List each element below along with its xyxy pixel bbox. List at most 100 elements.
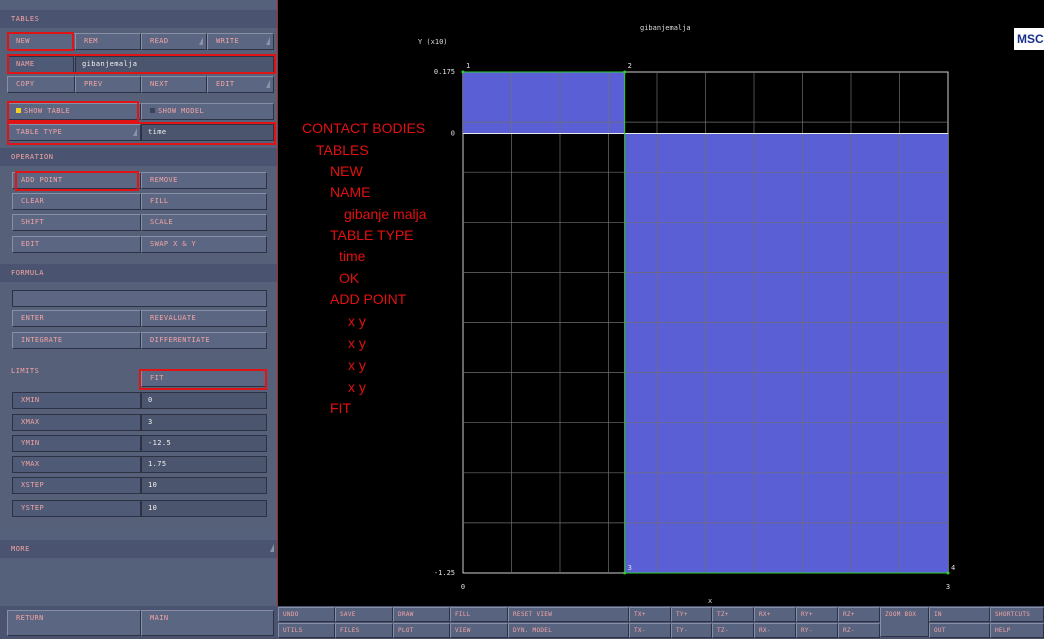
- formula-header: FORMULA: [0, 264, 278, 282]
- toolbar-typlus-button[interactable]: TY+: [671, 607, 712, 622]
- toolbar-fill-button[interactable]: FILL: [450, 607, 508, 622]
- annotation-line: ADD POINT: [330, 291, 407, 307]
- scale-button[interactable]: SCALE: [141, 214, 267, 231]
- point-label: 1: [466, 62, 470, 70]
- integrate-button[interactable]: INTEGRATE: [12, 332, 141, 349]
- tables-header: TABLES: [0, 10, 278, 28]
- toolbar-in-button[interactable]: IN: [929, 607, 990, 622]
- name-field[interactable]: gibanjemalja: [75, 56, 274, 73]
- toolbar-save-button[interactable]: SAVE: [335, 607, 393, 622]
- toolbar-rx-button[interactable]: RX-: [754, 623, 796, 638]
- shift-button[interactable]: SHIFT: [12, 214, 141, 231]
- limit-label-xstep: XSTEP: [12, 477, 141, 494]
- x-axis-label: x: [708, 597, 713, 605]
- rem-button[interactable]: REM: [75, 33, 141, 50]
- toolbar-draw-button[interactable]: DRAW: [393, 607, 450, 622]
- toolbar-dyn-model-button[interactable]: DYN. MODEL: [508, 623, 629, 638]
- next-button[interactable]: NEXT: [141, 76, 207, 93]
- point-label: 3: [628, 564, 632, 572]
- read-label: READ: [150, 37, 169, 45]
- read-button[interactable]: READ: [141, 33, 207, 50]
- limit-label-xmin: XMIN: [12, 392, 141, 409]
- show-model-label: SHOW MODEL: [158, 107, 205, 115]
- annotation-line: time: [339, 248, 366, 264]
- remove-button[interactable]: REMOVE: [141, 172, 267, 189]
- limit-field-xmax[interactable]: 3: [141, 414, 267, 431]
- annotation-line: OK: [339, 270, 360, 286]
- edit-point-button[interactable]: EDIT: [12, 236, 141, 253]
- show-table-checkbox-icon: [16, 108, 21, 113]
- edit-arrow-icon: [266, 80, 270, 88]
- toolbar-rz-button[interactable]: RZ-: [838, 623, 880, 638]
- toolbar-view-button[interactable]: VIEW: [450, 623, 508, 638]
- toolbar-reset-view-button[interactable]: RESET VIEW: [508, 607, 629, 622]
- show-table-toggle[interactable]: SHOW TABLE: [7, 103, 141, 120]
- toolbar-tz-button[interactable]: TZ-: [712, 623, 754, 638]
- fit-button[interactable]: FIT: [141, 370, 267, 387]
- toolbar-ry-button[interactable]: RY-: [796, 623, 838, 638]
- operation-header: OPERATION: [0, 148, 278, 166]
- toolbar-utils-button[interactable]: UTILS: [278, 623, 335, 638]
- annotation-line: x y: [348, 335, 366, 351]
- limit-field-xstep[interactable]: 10: [141, 477, 267, 494]
- swap-xy-button[interactable]: SWAP X & Y: [141, 236, 267, 253]
- limit-field-ymax[interactable]: 1.75: [141, 456, 267, 473]
- table-type-button[interactable]: TABLE TYPE: [7, 124, 141, 141]
- limit-field-ystep[interactable]: 10: [141, 500, 267, 517]
- data-point: [946, 571, 950, 575]
- toolbar-tzplus-button[interactable]: TZ+: [712, 607, 754, 622]
- clear-button[interactable]: CLEAR: [12, 193, 141, 210]
- y-tick-label: 0: [451, 130, 455, 138]
- table-type-label: TABLE TYPE: [16, 128, 63, 136]
- toolbar-help-button[interactable]: HELP: [990, 623, 1044, 638]
- more-button[interactable]: [0, 540, 278, 564]
- limit-field-ymin[interactable]: -12.5: [141, 435, 267, 452]
- chart-title: gibanjemalja: [640, 24, 691, 32]
- toolbar-plot-button[interactable]: PLOT: [393, 623, 450, 638]
- left-panel: TABLES NEW REM READ WRITE NAME gibanjema…: [0, 0, 278, 639]
- x-tick-label: 0: [461, 583, 465, 591]
- limit-field-xmin[interactable]: 0: [141, 392, 267, 409]
- annotation-line: x y: [348, 313, 366, 329]
- return-button[interactable]: RETURN: [7, 610, 141, 636]
- annotation-line: TABLES: [316, 142, 369, 158]
- main-button[interactable]: MAIN: [141, 610, 274, 636]
- show-model-toggle[interactable]: SHOW MODEL: [141, 103, 274, 120]
- toolbar-rzplus-button[interactable]: RZ+: [838, 607, 880, 622]
- prev-button[interactable]: PREV: [75, 76, 141, 93]
- limit-label-ymax: YMAX: [12, 456, 141, 473]
- annotation-line: gibanje malja: [344, 206, 427, 222]
- table-type-field[interactable]: time: [141, 124, 274, 141]
- read-arrow-icon: [199, 37, 203, 45]
- copy-button[interactable]: COPY: [7, 76, 75, 93]
- edit-table-button[interactable]: EDIT: [207, 76, 274, 93]
- point-label: 4: [951, 564, 955, 572]
- toolbar-ty-button[interactable]: TY-: [671, 623, 712, 638]
- annotation-line: NEW: [330, 163, 363, 179]
- limit-label-ymin: YMIN: [12, 435, 141, 452]
- write-button[interactable]: WRITE: [207, 33, 274, 50]
- table-plot[interactable]: 1 2 3 4 0.175 0 -1.25 0 3: [400, 50, 1000, 595]
- annotation-line: CONTACT BODIES: [302, 120, 426, 136]
- show-model-checkbox-icon: [150, 108, 155, 113]
- point-label: 2: [628, 62, 632, 70]
- fill-button[interactable]: FILL: [141, 193, 267, 210]
- add-point-button[interactable]: ADD POINT: [12, 172, 141, 189]
- toolbar-tx-button[interactable]: TX-: [629, 623, 671, 638]
- toolbar-zoom-box-button[interactable]: ZOOM BOX: [880, 607, 929, 637]
- toolbar-shortcuts-button[interactable]: SHORTCUTS: [990, 607, 1044, 622]
- enter-button[interactable]: ENTER: [12, 310, 141, 327]
- toolbar-undo-button[interactable]: UNDO: [278, 607, 335, 622]
- differentiate-button[interactable]: DIFFERENTIATE: [141, 332, 267, 349]
- y-tick-label: -1.25: [434, 569, 455, 577]
- y-tick-label: 0.175: [434, 68, 455, 76]
- annotation-line: x y: [348, 357, 366, 373]
- reevaluate-button[interactable]: REEVALUATE: [141, 310, 267, 327]
- write-arrow-icon: [266, 37, 270, 45]
- toolbar-txplus-button[interactable]: TX+: [629, 607, 671, 622]
- toolbar-out-button[interactable]: OUT: [929, 623, 990, 638]
- toolbar-rxplus-button[interactable]: RX+: [754, 607, 796, 622]
- toolbar-ryplus-button[interactable]: RY+: [796, 607, 838, 622]
- formula-input[interactable]: [12, 290, 267, 307]
- toolbar-files-button[interactable]: FILES: [335, 623, 393, 638]
